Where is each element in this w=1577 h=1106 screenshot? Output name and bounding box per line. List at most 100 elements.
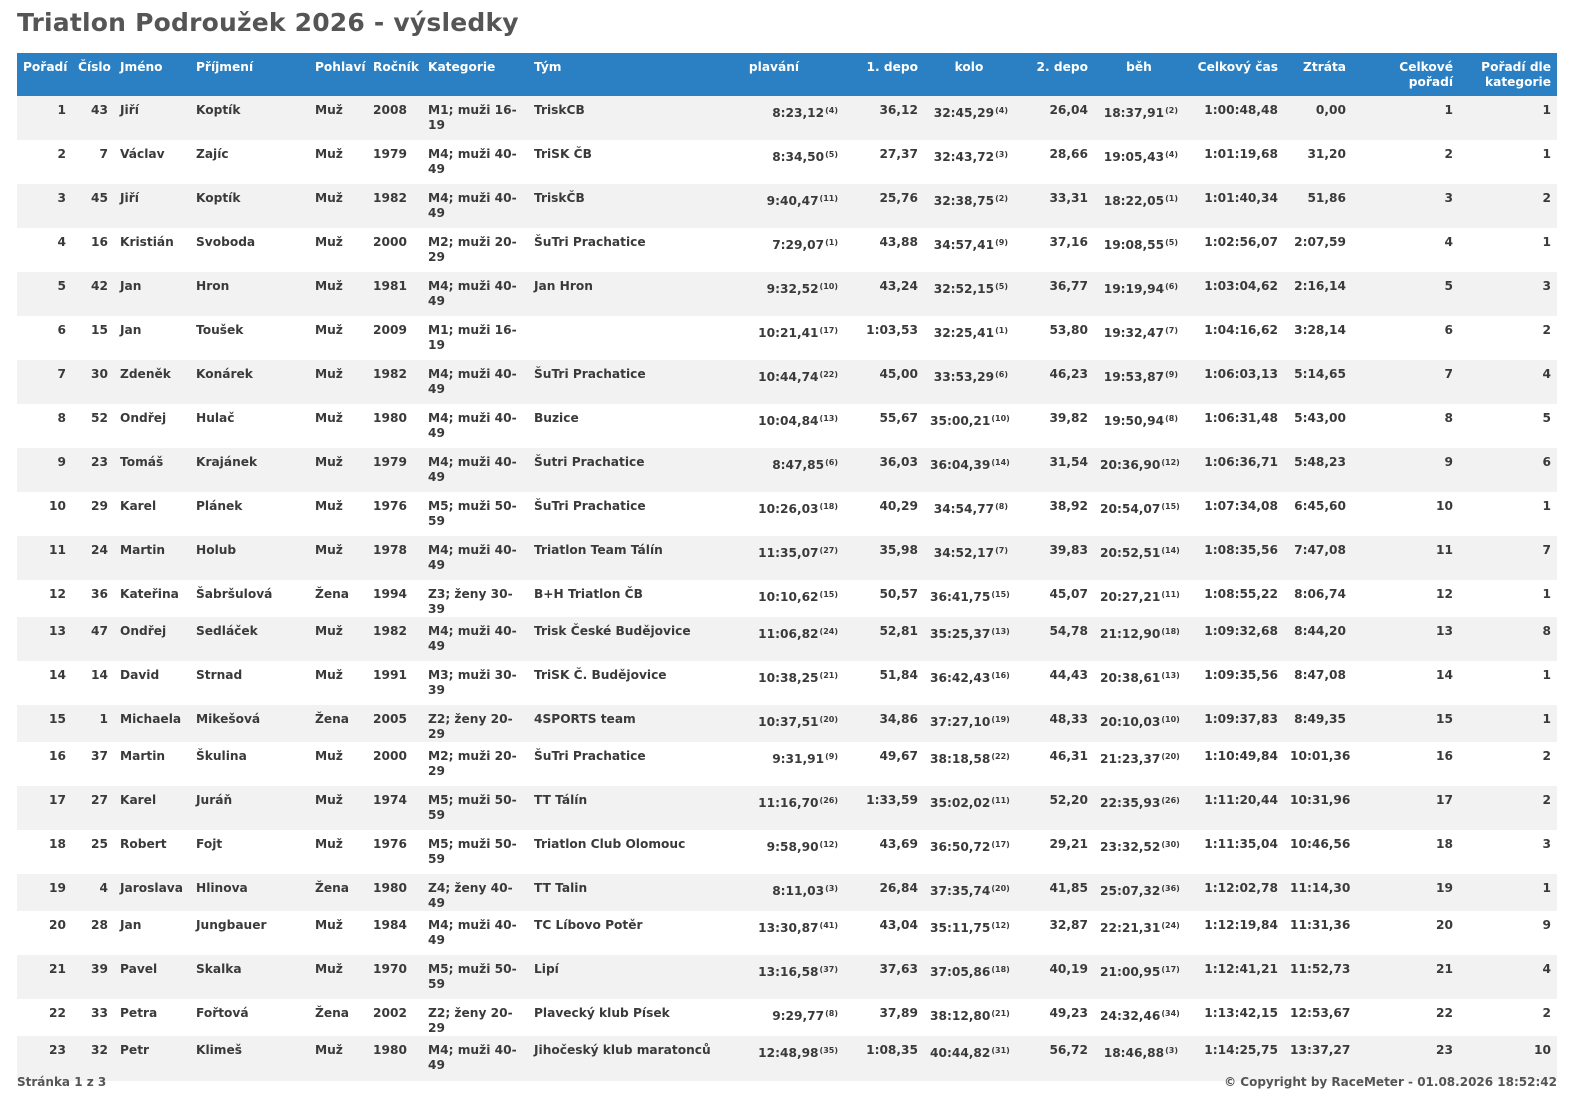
cell-rocnik: 2000 xyxy=(367,228,422,272)
col-header-depo2[interactable]: 2. depo xyxy=(1014,53,1094,96)
cell-plavani-rank: (35) xyxy=(819,1046,838,1055)
cell-celkove-poradi: 8 xyxy=(1352,404,1459,448)
cell-kolo-rank: (8) xyxy=(995,502,1008,511)
cell-beh-value: 20:52,51 xyxy=(1100,546,1161,560)
cell-celkovy-cas: 1:08:55,22 xyxy=(1184,580,1284,617)
cell-tym-value: TC Líbovo Potěr xyxy=(534,918,643,932)
cell-depo2-value: 26,04 xyxy=(1049,103,1088,117)
col-header-cislo[interactable]: Číslo xyxy=(72,53,114,96)
cell-beh-value: 25:07,32 xyxy=(1100,884,1161,898)
cell-ztrata-value: 5:43,00 xyxy=(1294,411,1346,425)
cell-depo2: 44,43 xyxy=(1014,661,1094,705)
cell-poradi-kategorie-value: 4 xyxy=(1542,367,1551,381)
cell-plavani-rank: (37) xyxy=(819,965,838,974)
col-header-celkove-poradi[interactable]: Celkové pořadí xyxy=(1352,53,1459,96)
col-header-celkovy-cas[interactable]: Celkový čas xyxy=(1184,53,1284,96)
cell-pohlavi-value: Žena xyxy=(315,587,350,601)
cell-cislo: 15 xyxy=(72,316,114,360)
cell-rocnik-value: 1976 xyxy=(373,499,407,513)
cell-jmeno-value: Ondřej xyxy=(120,624,167,638)
cell-beh-rank: (5) xyxy=(1165,238,1178,247)
cell-kolo-value: 32:38,75 xyxy=(933,194,995,208)
cell-beh-rank: (15) xyxy=(1161,502,1180,511)
cell-ztrata: 5:14,65 xyxy=(1284,360,1352,404)
cell-kolo-value: 35:25,37 xyxy=(930,627,991,641)
cell-rocnik: 1994 xyxy=(367,580,422,617)
cell-depo1-value: 1:08,35 xyxy=(866,1043,918,1057)
cell-rocnik: 1984 xyxy=(367,911,422,955)
cell-depo2-value: 29,21 xyxy=(1049,837,1088,851)
col-header-plavani[interactable]: plavání xyxy=(704,53,844,96)
cell-poradi-value: 18 xyxy=(49,837,66,851)
cell-poradi-kategorie: 1 xyxy=(1459,661,1557,705)
cell-cislo: 42 xyxy=(72,272,114,316)
col-header-depo1[interactable]: 1. depo xyxy=(844,53,924,96)
cell-jmeno-value: Pavel xyxy=(120,962,158,976)
cell-kategorie-value: M4; muži 40-49 xyxy=(428,279,517,308)
cell-kategorie: M5; muži 50-59 xyxy=(422,955,528,999)
cell-poradi: 14 xyxy=(17,661,72,705)
cell-cislo: 29 xyxy=(72,492,114,536)
col-header-kategorie[interactable]: Kategorie xyxy=(422,53,528,96)
cell-kolo-rank: (20) xyxy=(991,884,1010,893)
cell-kategorie-value: M5; muži 50-59 xyxy=(428,499,517,528)
cell-poradi-value: 13 xyxy=(49,624,66,638)
cell-plavani-rank: (41) xyxy=(819,921,838,930)
cell-beh-rank: (24) xyxy=(1161,921,1180,930)
cell-rocnik: 1982 xyxy=(367,184,422,228)
cell-rocnik-value: 1980 xyxy=(373,411,407,425)
cell-pohlavi: Žena xyxy=(309,580,367,617)
cell-tym-value: TT Tálín xyxy=(534,793,588,807)
col-header-jmeno[interactable]: Jméno xyxy=(114,53,190,96)
table-row: 22 33 Petra Fořtová Žena 2002 Z2; ženy 20-29 Pl… xyxy=(17,999,1557,1036)
cell-jmeno: Petr xyxy=(114,1036,190,1081)
col-header-ztrata[interactable]: Ztráta xyxy=(1284,53,1352,96)
cell-cislo-value: 28 xyxy=(91,918,108,932)
col-header-poradi-kategorie[interactable]: Pořadí dle kategorie xyxy=(1459,53,1557,96)
cell-beh-rank: (8) xyxy=(1165,414,1178,423)
cell-pohlavi-value: Muž xyxy=(315,837,343,851)
cell-pohlavi-value: Muž xyxy=(315,962,343,976)
cell-poradi-value: 21 xyxy=(49,962,66,976)
cell-plavani: 12:48,98(35) xyxy=(704,1036,844,1081)
results-table: Pořadí Číslo Jméno Příjmení Pohlaví Ročn… xyxy=(17,53,1557,1081)
cell-pohlavi: Muž xyxy=(309,955,367,999)
cell-beh-rank: (4) xyxy=(1165,150,1178,159)
cell-kolo-rank: (6) xyxy=(995,370,1008,379)
cell-pohlavi-value: Muž xyxy=(315,279,343,293)
cell-poradi-value: 20 xyxy=(49,918,66,932)
col-header-pohlavi[interactable]: Pohlaví xyxy=(309,53,367,96)
cell-depo1-value: 35,98 xyxy=(879,543,918,557)
cell-plavani-value: 13:30,87 xyxy=(758,921,819,935)
cell-poradi-value: 1 xyxy=(57,103,66,117)
cell-kolo: 35:02,02(11) xyxy=(924,786,1014,830)
cell-kolo-rank: (22) xyxy=(991,752,1010,761)
cell-beh: 20:36,90(12) xyxy=(1094,448,1184,492)
cell-kolo-value: 34:57,41 xyxy=(933,238,995,252)
cell-prijmeni: Škulina xyxy=(190,742,309,786)
col-header-poradi[interactable]: Pořadí xyxy=(17,53,72,96)
cell-celkove-poradi: 20 xyxy=(1352,911,1459,955)
col-header-kolo[interactable]: kolo xyxy=(924,53,1014,96)
cell-celkovy-cas-value: 1:13:42,15 xyxy=(1204,1006,1278,1020)
cell-celkove-poradi-value: 3 xyxy=(1444,191,1453,205)
cell-prijmeni-value: Škulina xyxy=(196,749,247,763)
col-header-rocnik[interactable]: Ročník xyxy=(367,53,422,96)
col-header-prijmeni[interactable]: Příjmení xyxy=(190,53,309,96)
cell-kolo: 34:57,41(9) xyxy=(924,228,1014,272)
cell-poradi-kategorie: 7 xyxy=(1459,536,1557,580)
cell-tym: TriSK Č. Budějovice xyxy=(528,661,704,705)
cell-celkove-poradi: 10 xyxy=(1352,492,1459,536)
col-header-tym[interactable]: Tým xyxy=(528,53,704,96)
cell-depo2-value: 31,54 xyxy=(1049,455,1088,469)
cell-celkove-poradi: 11 xyxy=(1352,536,1459,580)
cell-jmeno-value: Jiří xyxy=(120,191,139,205)
col-header-beh[interactable]: běh xyxy=(1094,53,1184,96)
cell-ztrata-value: 11:52,73 xyxy=(1290,962,1351,976)
cell-beh: 19:08,55(5) xyxy=(1094,228,1184,272)
cell-prijmeni-value: Konárek xyxy=(196,367,253,381)
cell-plavani-rank: (4) xyxy=(825,106,838,115)
cell-kategorie: M2; muži 20-29 xyxy=(422,742,528,786)
cell-depo1: 43,69 xyxy=(844,830,924,874)
cell-prijmeni: Koptík xyxy=(190,96,309,140)
